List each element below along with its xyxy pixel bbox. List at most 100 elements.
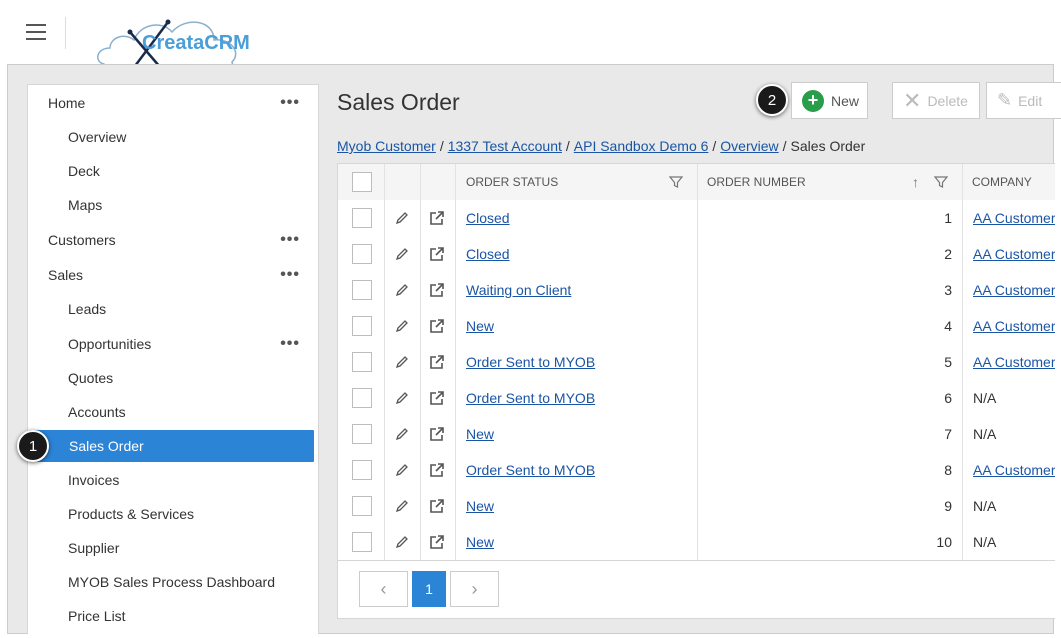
order-status-link[interactable]: Order Sent to MYOB	[466, 452, 595, 488]
order-status-link[interactable]: New	[466, 416, 494, 452]
company-cell: N/A	[973, 390, 997, 406]
hamburger-menu-icon[interactable]	[26, 24, 46, 40]
table-row: Closed 1 AA Customer	[338, 200, 1055, 236]
filter-icon[interactable]	[934, 164, 948, 200]
sidebar-item[interactable]: Sales Order	[29, 430, 314, 462]
sidebar-item[interactable]: Opportunities •••	[28, 328, 318, 360]
sidebar-item[interactable]: Quotes	[28, 362, 318, 394]
external-link-icon[interactable]	[429, 236, 445, 272]
pencil-icon[interactable]	[395, 416, 409, 452]
filter-icon[interactable]	[669, 164, 683, 200]
column-header-order-status[interactable]: ORDER STATUS	[466, 164, 558, 200]
sidebar-item[interactable]: Customers •••	[28, 224, 318, 256]
pencil-icon[interactable]	[395, 200, 409, 236]
prev-page-button[interactable]: ‹	[359, 571, 408, 607]
row-checkbox[interactable]	[352, 344, 372, 380]
company-link[interactable]: AA Customer	[973, 236, 1055, 272]
company-link[interactable]: AA Customer	[973, 272, 1055, 308]
external-link-icon[interactable]	[429, 308, 445, 344]
top-bar: CreataCRM	[0, 0, 1061, 78]
next-page-button[interactable]: ›	[450, 571, 499, 607]
pencil-icon[interactable]	[395, 488, 409, 524]
sidebar-item[interactable]: Price List	[28, 600, 318, 632]
column-header-order-number[interactable]: ORDER NUMBER	[707, 164, 806, 200]
external-link-icon[interactable]	[429, 416, 445, 452]
external-link-icon[interactable]	[429, 524, 445, 560]
order-status-link[interactable]: Waiting on Client	[466, 272, 571, 308]
row-checkbox[interactable]	[352, 200, 372, 236]
sidebar-item-label: Overview	[68, 129, 127, 145]
company-link[interactable]: AA Customer	[973, 308, 1055, 344]
company-link[interactable]: AA Customer	[973, 344, 1055, 380]
new-button[interactable]: + New	[791, 82, 868, 119]
logo-text: CreataCRM	[142, 32, 250, 54]
pencil-icon[interactable]	[395, 380, 409, 416]
callout-badge-2: 2	[756, 84, 788, 116]
sidebar-item[interactable]: Accounts	[28, 396, 318, 428]
more-options-icon[interactable]: •••	[280, 94, 300, 112]
column-header-company[interactable]: COMPANY	[972, 164, 1032, 200]
sidebar-item[interactable]: Home •••	[28, 87, 318, 119]
order-number-cell: 10	[936, 534, 952, 550]
row-checkbox[interactable]	[352, 236, 372, 272]
breadcrumb-item[interactable]: Overview	[720, 138, 778, 154]
sidebar-item[interactable]: MYOB Sales Process Dashboard	[28, 566, 318, 598]
row-checkbox[interactable]	[352, 308, 372, 344]
sidebar-item[interactable]: Maps	[28, 189, 318, 221]
order-status-link[interactable]: Closed	[466, 200, 510, 236]
sidebar-item[interactable]: Sales •••	[28, 259, 318, 291]
external-link-icon[interactable]	[429, 488, 445, 524]
company-link[interactable]: AA Customer	[973, 200, 1055, 236]
order-status-link[interactable]: New	[466, 524, 494, 560]
delete-button-label: Delete	[927, 92, 968, 109]
sidebar-item-label: Customers	[48, 232, 116, 248]
page-title: Sales Order	[337, 89, 460, 115]
more-options-icon[interactable]: •••	[280, 266, 300, 284]
order-status-link[interactable]: Order Sent to MYOB	[466, 344, 595, 380]
edit-button[interactable]: ✎ Edit	[986, 82, 1061, 119]
row-checkbox[interactable]	[352, 380, 372, 416]
row-checkbox[interactable]	[352, 524, 372, 560]
pencil-icon[interactable]	[395, 452, 409, 488]
breadcrumb-item[interactable]: API Sandbox Demo 6	[574, 138, 709, 154]
table-row: New 9 N/A	[338, 488, 1055, 524]
sidebar-item[interactable]: Supplier	[28, 532, 318, 564]
order-number-cell: 6	[944, 390, 952, 406]
select-all-checkbox[interactable]	[352, 164, 372, 200]
order-status-link[interactable]: New	[466, 308, 494, 344]
breadcrumb-item[interactable]: Myob Customer	[337, 138, 436, 154]
table-row: Waiting on Client 3 AA Customer	[338, 272, 1055, 308]
more-options-icon[interactable]: •••	[280, 231, 300, 249]
order-status-link[interactable]: New	[466, 488, 494, 524]
row-checkbox[interactable]	[352, 272, 372, 308]
external-link-icon[interactable]	[429, 344, 445, 380]
breadcrumb-separator: /	[712, 138, 717, 154]
pencil-icon[interactable]	[395, 344, 409, 380]
sidebar-item[interactable]: Invoices	[28, 464, 318, 496]
order-status-link[interactable]: Order Sent to MYOB	[466, 380, 595, 416]
row-checkbox[interactable]	[352, 452, 372, 488]
table-row: New 10 N/A	[338, 524, 1055, 560]
page-1-button[interactable]: 1	[412, 571, 446, 607]
sidebar-item[interactable]: Leads	[28, 293, 318, 325]
pencil-icon[interactable]	[395, 272, 409, 308]
sidebar-item[interactable]: Products & Services	[28, 498, 318, 530]
row-checkbox[interactable]	[352, 416, 372, 452]
sort-asc-icon[interactable]: ↑	[912, 164, 919, 200]
breadcrumb-item[interactable]: 1337 Test Account	[448, 138, 562, 154]
row-checkbox[interactable]	[352, 488, 372, 524]
pencil-icon[interactable]	[395, 236, 409, 272]
delete-button[interactable]: ✕ Delete	[892, 82, 980, 119]
order-status-link[interactable]: Closed	[466, 236, 510, 272]
external-link-icon[interactable]	[429, 200, 445, 236]
pencil-icon[interactable]	[395, 308, 409, 344]
external-link-icon[interactable]	[429, 452, 445, 488]
company-link[interactable]: AA Customer	[973, 452, 1055, 488]
sidebar-item[interactable]: Overview	[28, 121, 318, 153]
table-row: Order Sent to MYOB 8 AA Customer	[338, 452, 1055, 488]
external-link-icon[interactable]	[429, 272, 445, 308]
pencil-icon[interactable]	[395, 524, 409, 560]
sidebar-item[interactable]: Deck	[28, 155, 318, 187]
external-link-icon[interactable]	[429, 380, 445, 416]
more-options-icon[interactable]: •••	[280, 335, 300, 353]
